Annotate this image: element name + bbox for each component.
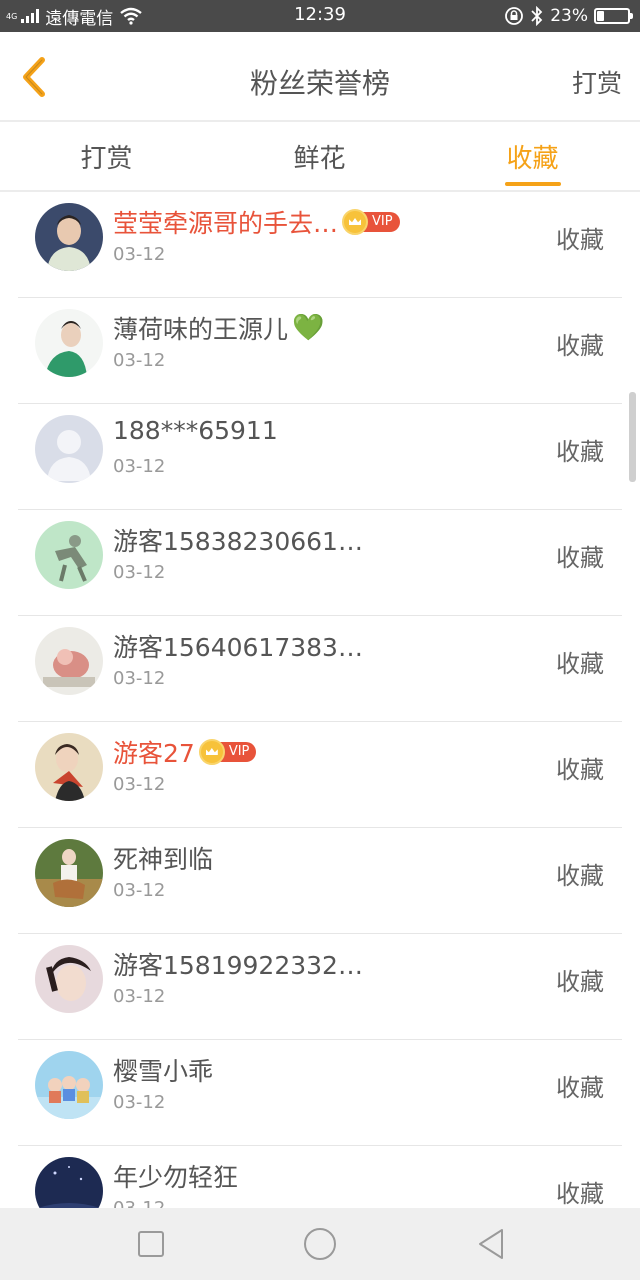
action-label: 收藏: [556, 226, 604, 254]
name-line: 樱雪小乖: [113, 1052, 213, 1088]
avatar[interactable]: [35, 415, 103, 483]
name-line: 死神到临: [113, 840, 213, 876]
list-item[interactable]: 死神到临 03-12 收藏: [18, 828, 622, 934]
lock-rotation-icon: [505, 7, 524, 25]
vip-badge: VIP: [342, 209, 400, 235]
date: 03-12: [113, 456, 166, 477]
home-icon[interactable]: [302, 1226, 338, 1262]
crown-icon: [198, 739, 225, 765]
user-name[interactable]: 游客15640617383…: [113, 628, 363, 664]
active-tab-indicator: [504, 182, 561, 186]
system-nav-bar: [0, 1208, 640, 1280]
avatar[interactable]: [35, 945, 103, 1013]
avatar[interactable]: [35, 203, 103, 271]
tab-favorites[interactable]: 收藏: [426, 122, 639, 190]
avatar[interactable]: [35, 521, 103, 589]
name-line: 188***65911: [113, 416, 278, 445]
status-right: 23%: [504, 3, 633, 29]
name-line: 游客15640617383…: [113, 628, 363, 664]
date: 03-12: [113, 1092, 166, 1113]
tab-bar: 打赏 鲜花 收藏: [0, 122, 640, 190]
status-bar: 4G 遠傳電信 12:39 23%: [0, 0, 640, 32]
action-label: 收藏: [556, 862, 604, 890]
fan-list[interactable]: 莹莹牵源哥的手去… VIP 03-12 收藏 薄荷味的王源儿 💚 03-12 收…: [18, 192, 622, 1208]
user-name[interactable]: 游客15819922332…: [113, 946, 363, 982]
date: 03-12: [113, 350, 166, 371]
action-label: 收藏: [556, 544, 604, 572]
date: 03-12: [113, 562, 166, 583]
battery-percent: 23%: [550, 6, 588, 26]
list-item[interactable]: 188***65911 03-12 收藏: [18, 404, 622, 510]
name-line: 游客15819922332…: [113, 946, 363, 982]
list-item[interactable]: 薄荷味的王源儿 💚 03-12 收藏: [18, 298, 622, 404]
action-label: 收藏: [556, 650, 604, 678]
action-label: 收藏: [556, 968, 604, 996]
avatar[interactable]: [35, 309, 103, 377]
avatar[interactable]: [35, 1051, 103, 1119]
recent-apps-icon[interactable]: [133, 1226, 169, 1262]
list-item[interactable]: 樱雪小乖 03-12 收藏: [18, 1040, 622, 1146]
tab-label: 收藏: [506, 144, 559, 174]
user-name[interactable]: 死神到临: [113, 840, 213, 876]
user-name[interactable]: 游客27: [113, 734, 195, 770]
date: 03-12: [113, 880, 166, 901]
crown-icon: [342, 209, 369, 235]
back-icon[interactable]: [474, 1226, 510, 1262]
action-label: 收藏: [556, 332, 604, 360]
list-item[interactable]: 游客27 VIP 03-12 收藏: [18, 722, 622, 828]
avatar[interactable]: [35, 627, 103, 695]
date: 03-12: [113, 986, 166, 1007]
user-name[interactable]: 年少勿轻狂: [113, 1158, 238, 1194]
name-line: 游客15838230661…: [113, 522, 363, 558]
user-name[interactable]: 188***65911: [113, 416, 278, 445]
scrollbar[interactable]: [629, 392, 636, 482]
action-label: 收藏: [556, 1180, 604, 1208]
user-name[interactable]: 莹莹牵源哥的手去…: [113, 204, 338, 240]
name-line: 薄荷味的王源儿 💚: [113, 310, 324, 346]
page-title: 粉丝荣誉榜: [249, 67, 390, 100]
list-item[interactable]: 游客15819922332… 03-12 收藏: [18, 934, 622, 1040]
tab-label: 打赏: [80, 144, 133, 174]
user-name[interactable]: 游客15838230661…: [113, 522, 363, 558]
tab-tip[interactable]: 打赏: [0, 122, 213, 190]
vip-badge: VIP: [198, 739, 257, 765]
name-line: 游客27 VIP: [113, 734, 257, 770]
name-line: 年少勿轻狂: [113, 1158, 238, 1194]
bluetooth-icon: [531, 6, 543, 26]
avatar[interactable]: [35, 839, 103, 907]
date: 03-12: [113, 1198, 165, 1208]
green-heart-icon: 💚: [292, 313, 325, 343]
avatar[interactable]: [35, 733, 103, 801]
action-label: 收藏: [556, 438, 604, 466]
list-item[interactable]: 游客15640617383… 03-12 收藏: [18, 616, 622, 722]
user-name[interactable]: 樱雪小乖: [113, 1052, 213, 1088]
tip-button[interactable]: 打赏: [572, 64, 622, 100]
action-label: 收藏: [556, 1074, 604, 1102]
tab-label: 鲜花: [293, 144, 346, 174]
tab-flowers[interactable]: 鲜花: [213, 122, 426, 190]
list-item[interactable]: 莹莹牵源哥的手去… VIP 03-12 收藏: [18, 192, 622, 298]
battery-icon: [594, 8, 633, 24]
name-line: 莹莹牵源哥的手去… VIP: [113, 204, 400, 240]
avatar[interactable]: [35, 1157, 103, 1208]
action-label: 收藏: [556, 756, 604, 784]
date: 03-12: [113, 244, 166, 265]
list-item[interactable]: 年少勿轻狂 03-12 收藏: [18, 1146, 622, 1208]
date: 03-12: [113, 668, 166, 689]
date: 03-12: [113, 774, 166, 795]
app-header: 粉丝荣誉榜 打赏: [0, 32, 640, 120]
user-name[interactable]: 薄荷味的王源儿: [113, 310, 288, 346]
list-item[interactable]: 游客15838230661… 03-12 收藏: [18, 510, 622, 616]
